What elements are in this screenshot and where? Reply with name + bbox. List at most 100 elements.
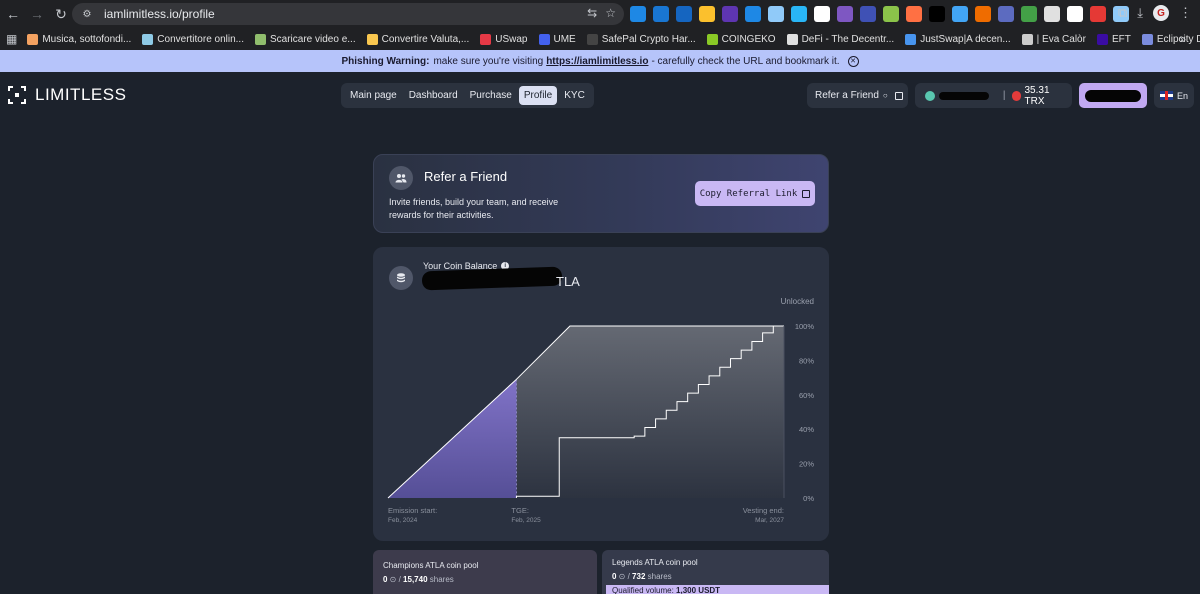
tron-icon — [1011, 90, 1022, 101]
logo[interactable]: LIMITLESS — [8, 85, 126, 105]
forward-icon[interactable]: → — [26, 3, 48, 25]
extension-icon[interactable] — [906, 6, 922, 22]
extension-icon[interactable] — [998, 6, 1014, 22]
bookmark-label: Musica, sottofondi... — [42, 33, 132, 45]
bookmark-favicon-icon — [480, 33, 492, 45]
legends-pool-card: Legends ATLA coin pool 0 ⊙ / 732 shares … — [602, 550, 829, 594]
bookmark-label: COINGEKO — [721, 33, 776, 45]
bookmark-label: | Eva Calòr — [1036, 33, 1086, 45]
site-settings-icon[interactable]: ⚙ — [80, 7, 94, 21]
extension-icon[interactable] — [722, 6, 738, 22]
copy-icon — [802, 189, 811, 198]
refer-friend-label: Refer a Friend — [815, 90, 879, 101]
wallet-button[interactable]: | 35.31 TRX — [915, 83, 1072, 108]
extension-icon[interactable] — [1067, 6, 1083, 22]
extension-icon[interactable] — [1090, 6, 1106, 22]
bookmark-label: USwap — [495, 33, 528, 45]
banner-text: make sure you're visiting — [433, 55, 544, 67]
copy-referral-link-button[interactable]: Copy Referral Link — [695, 181, 815, 206]
reload-icon[interactable]: ↻ — [50, 3, 72, 25]
x-marker-date: Mar, 2027 — [755, 517, 784, 524]
bookmark-item[interactable]: SafePal Crypto Har... — [586, 33, 696, 45]
bookmark-item[interactable]: Scaricare video e... — [255, 33, 356, 45]
bookmark-item[interactable]: Convertire Valuta,... — [366, 33, 469, 45]
bookmark-item[interactable]: EFT — [1096, 33, 1131, 45]
bookmark-label: SafePal Crypto Har... — [601, 33, 696, 45]
extension-icon[interactable] — [699, 6, 715, 22]
extension-icon[interactable] — [653, 6, 669, 22]
language-selector[interactable]: En — [1154, 83, 1194, 108]
address-bar[interactable]: ⚙ iamlimitless.io/profile ⇆ ☆ — [72, 3, 624, 25]
tab-main-page[interactable]: Main page — [345, 86, 402, 105]
back-icon[interactable]: ← — [2, 3, 24, 25]
bookmarks-bar: ▦ Musica, sottofondi... Convertitore onli… — [0, 28, 1200, 50]
bookmark-item[interactable]: Eclipcity Debit Card — [1141, 33, 1200, 45]
extension-icon[interactable] — [1044, 6, 1060, 22]
extensions-icon[interactable]: ⧉ — [1118, 5, 1127, 21]
bookmark-item[interactable]: JustSwap|A decen... — [905, 33, 1011, 45]
profile-avatar-icon[interactable]: G — [1153, 5, 1169, 21]
account-button[interactable] — [1079, 83, 1147, 108]
download-icon[interactable]: ⤓ — [1137, 5, 1143, 21]
extension-icon[interactable] — [929, 6, 945, 22]
extension-icon[interactable] — [768, 6, 784, 22]
tab-dashboard[interactable]: Dashboard — [404, 86, 463, 105]
translate-icon[interactable]: ⇆ — [587, 6, 597, 20]
extension-icon[interactable] — [745, 6, 761, 22]
pool-shares: 0 ⊙ / 732 shares — [612, 572, 672, 581]
bookmark-favicon-icon — [538, 33, 550, 45]
extension-icon[interactable] — [676, 6, 692, 22]
bookmark-item[interactable]: DeFi - The Decentr... — [786, 33, 894, 45]
logo-text: LIMITLESS — [35, 85, 127, 104]
y-axis-label: Unlocked — [781, 297, 814, 306]
bookmark-item[interactable]: USwap — [480, 33, 528, 45]
y-tick-label: 20% — [799, 460, 814, 469]
tab-profile[interactable]: Profile — [518, 86, 558, 105]
url-text: iamlimitless.io/profile — [104, 7, 215, 21]
menu-icon[interactable]: ⋮ — [1179, 5, 1192, 21]
y-tick-label: 0% — [803, 494, 814, 503]
tab-purchase[interactable]: Purchase — [465, 86, 517, 105]
banner-link[interactable]: https://iamlimitless.io — [546, 56, 648, 67]
bookmark-item[interactable]: Convertitore onlin... — [142, 33, 244, 45]
more-bookmarks-icon[interactable]: » — [1179, 32, 1186, 46]
pool-name: Champions ATLA coin pool — [383, 561, 479, 570]
extension-icon[interactable] — [975, 6, 991, 22]
bookmark-favicon-icon — [706, 33, 718, 45]
bookmark-item[interactable]: UME — [538, 33, 576, 45]
bookmark-label: EFT — [1111, 33, 1131, 45]
bookmark-item[interactable]: Musica, sottofondi... — [27, 33, 132, 45]
bookmark-label: Convertitore onlin... — [157, 33, 244, 45]
banner-text-after: - carefully check the URL and bookmark i… — [651, 55, 840, 67]
info-icon: ○ — [882, 91, 888, 100]
extension-icon[interactable] — [883, 6, 899, 22]
qualified-volume: Qualified volume: 1,300 USDT — [606, 585, 829, 594]
refer-friend-button[interactable]: Refer a Friend ○ — [807, 83, 908, 108]
trx-balance: 35.31 TRX — [1024, 84, 1050, 107]
bookmark-favicon-icon — [1021, 33, 1033, 45]
champions-pool-card: Champions ATLA coin pool 0 ⊙ / 15,740 sh… — [373, 550, 597, 594]
pool-name: Legends ATLA coin pool — [612, 558, 698, 567]
extension-icon[interactable] — [630, 6, 646, 22]
extension-icon[interactable] — [837, 6, 853, 22]
extension-icon[interactable] — [814, 6, 830, 22]
bookmark-item[interactable]: COINGEKO — [706, 33, 776, 45]
apps-grid-icon[interactable]: ▦ — [6, 32, 17, 46]
x-marker-label: TGE: — [511, 506, 529, 515]
extension-icon[interactable] — [1021, 6, 1037, 22]
x-marker-label: Emission start: — [388, 506, 437, 515]
bookmark-item[interactable]: | Eva Calòr — [1021, 33, 1086, 45]
extension-icon[interactable] — [952, 6, 968, 22]
users-icon — [389, 166, 413, 190]
logo-mark-icon — [8, 86, 26, 104]
close-banner-icon[interactable]: ✕ — [847, 55, 859, 67]
refer-card-description: Invite friends, build your team, and rec… — [389, 197, 559, 220]
banner-warning: Phishing Warning: — [341, 55, 430, 67]
unlocked-area — [516, 326, 784, 498]
copy-referral-label: Copy Referral Link — [699, 188, 798, 199]
y-tick-label: 80% — [799, 356, 814, 365]
tab-kyc[interactable]: KYC — [559, 86, 590, 105]
extension-icon[interactable] — [791, 6, 807, 22]
bookmark-star-icon[interactable]: ☆ — [605, 6, 616, 20]
extension-icon[interactable] — [860, 6, 876, 22]
